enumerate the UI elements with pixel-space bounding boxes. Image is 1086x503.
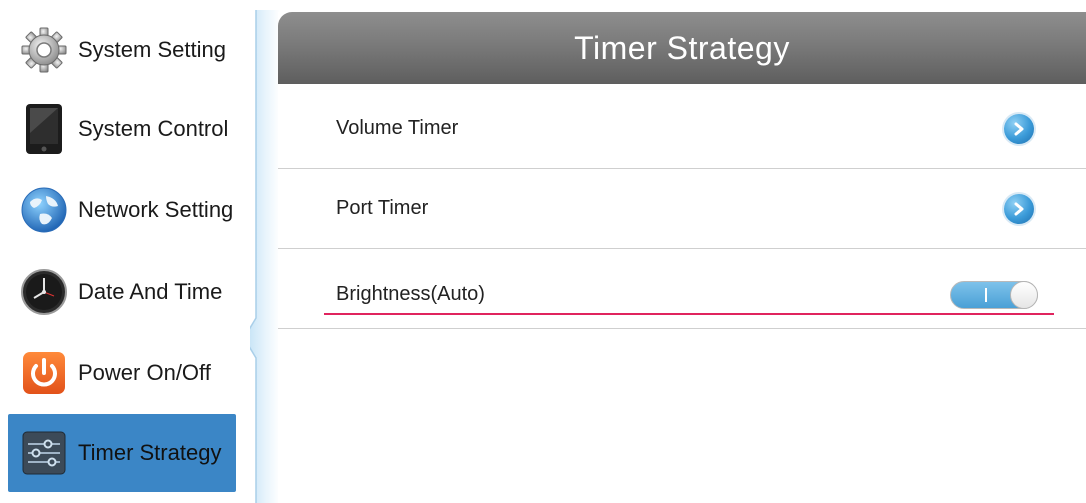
clock-icon xyxy=(20,268,68,316)
sidebar: System Setting System Control Network Se… xyxy=(0,0,250,503)
toggle-knob xyxy=(1010,281,1038,309)
sidebar-item-label: Network Setting xyxy=(78,197,234,222)
power-icon xyxy=(20,349,68,397)
sidebar-item-network-setting[interactable]: Network Setting xyxy=(8,171,236,249)
sidebar-item-label: System Control xyxy=(78,116,229,141)
sidebar-item-date-and-time[interactable]: Date And Time xyxy=(8,253,236,331)
page-title: Timer Strategy xyxy=(574,29,790,66)
row-label: Port Timer xyxy=(336,197,429,219)
sidebar-divider xyxy=(243,10,280,503)
sidebar-item-label: Power On/Off xyxy=(78,360,211,385)
sidebar-item-label: Timer Strategy xyxy=(78,440,222,465)
sidebar-item-system-control[interactable]: System Control xyxy=(8,90,236,168)
sidebar-item-label: System Setting xyxy=(78,37,226,62)
gear-icon xyxy=(20,26,68,74)
sliders-icon xyxy=(20,429,68,477)
brightness-auto-toggle[interactable] xyxy=(950,281,1038,309)
sidebar-item-timer-strategy[interactable]: Timer Strategy xyxy=(8,414,236,492)
tablet-icon xyxy=(20,104,68,154)
main-panel: Timer Strategy Volume Timer Port Timer B… xyxy=(278,12,1086,503)
chevron-right-icon[interactable] xyxy=(1004,113,1034,144)
settings-screen: System Setting System Control Network Se… xyxy=(0,0,1086,503)
sidebar-item-label: Date And Time xyxy=(78,279,223,304)
row-label: Volume Timer xyxy=(336,117,459,139)
settings-row-brightness-auto[interactable]: Brightness(Auto) xyxy=(278,249,1086,329)
panel-header: Timer Strategy xyxy=(278,12,1086,84)
settings-row-port-timer[interactable]: Port Timer xyxy=(278,169,1086,249)
sidebar-item-system-setting[interactable]: System Setting xyxy=(8,11,236,89)
globe-icon xyxy=(20,186,68,234)
settings-row-volume-timer[interactable]: Volume Timer xyxy=(278,89,1086,169)
focus-underline xyxy=(324,313,1054,315)
chevron-right-icon[interactable] xyxy=(1004,193,1034,224)
sidebar-item-power-on-off[interactable]: Power On/Off xyxy=(8,334,236,412)
toggle-on-mark xyxy=(985,288,987,302)
row-label: Brightness(Auto) xyxy=(336,283,485,305)
